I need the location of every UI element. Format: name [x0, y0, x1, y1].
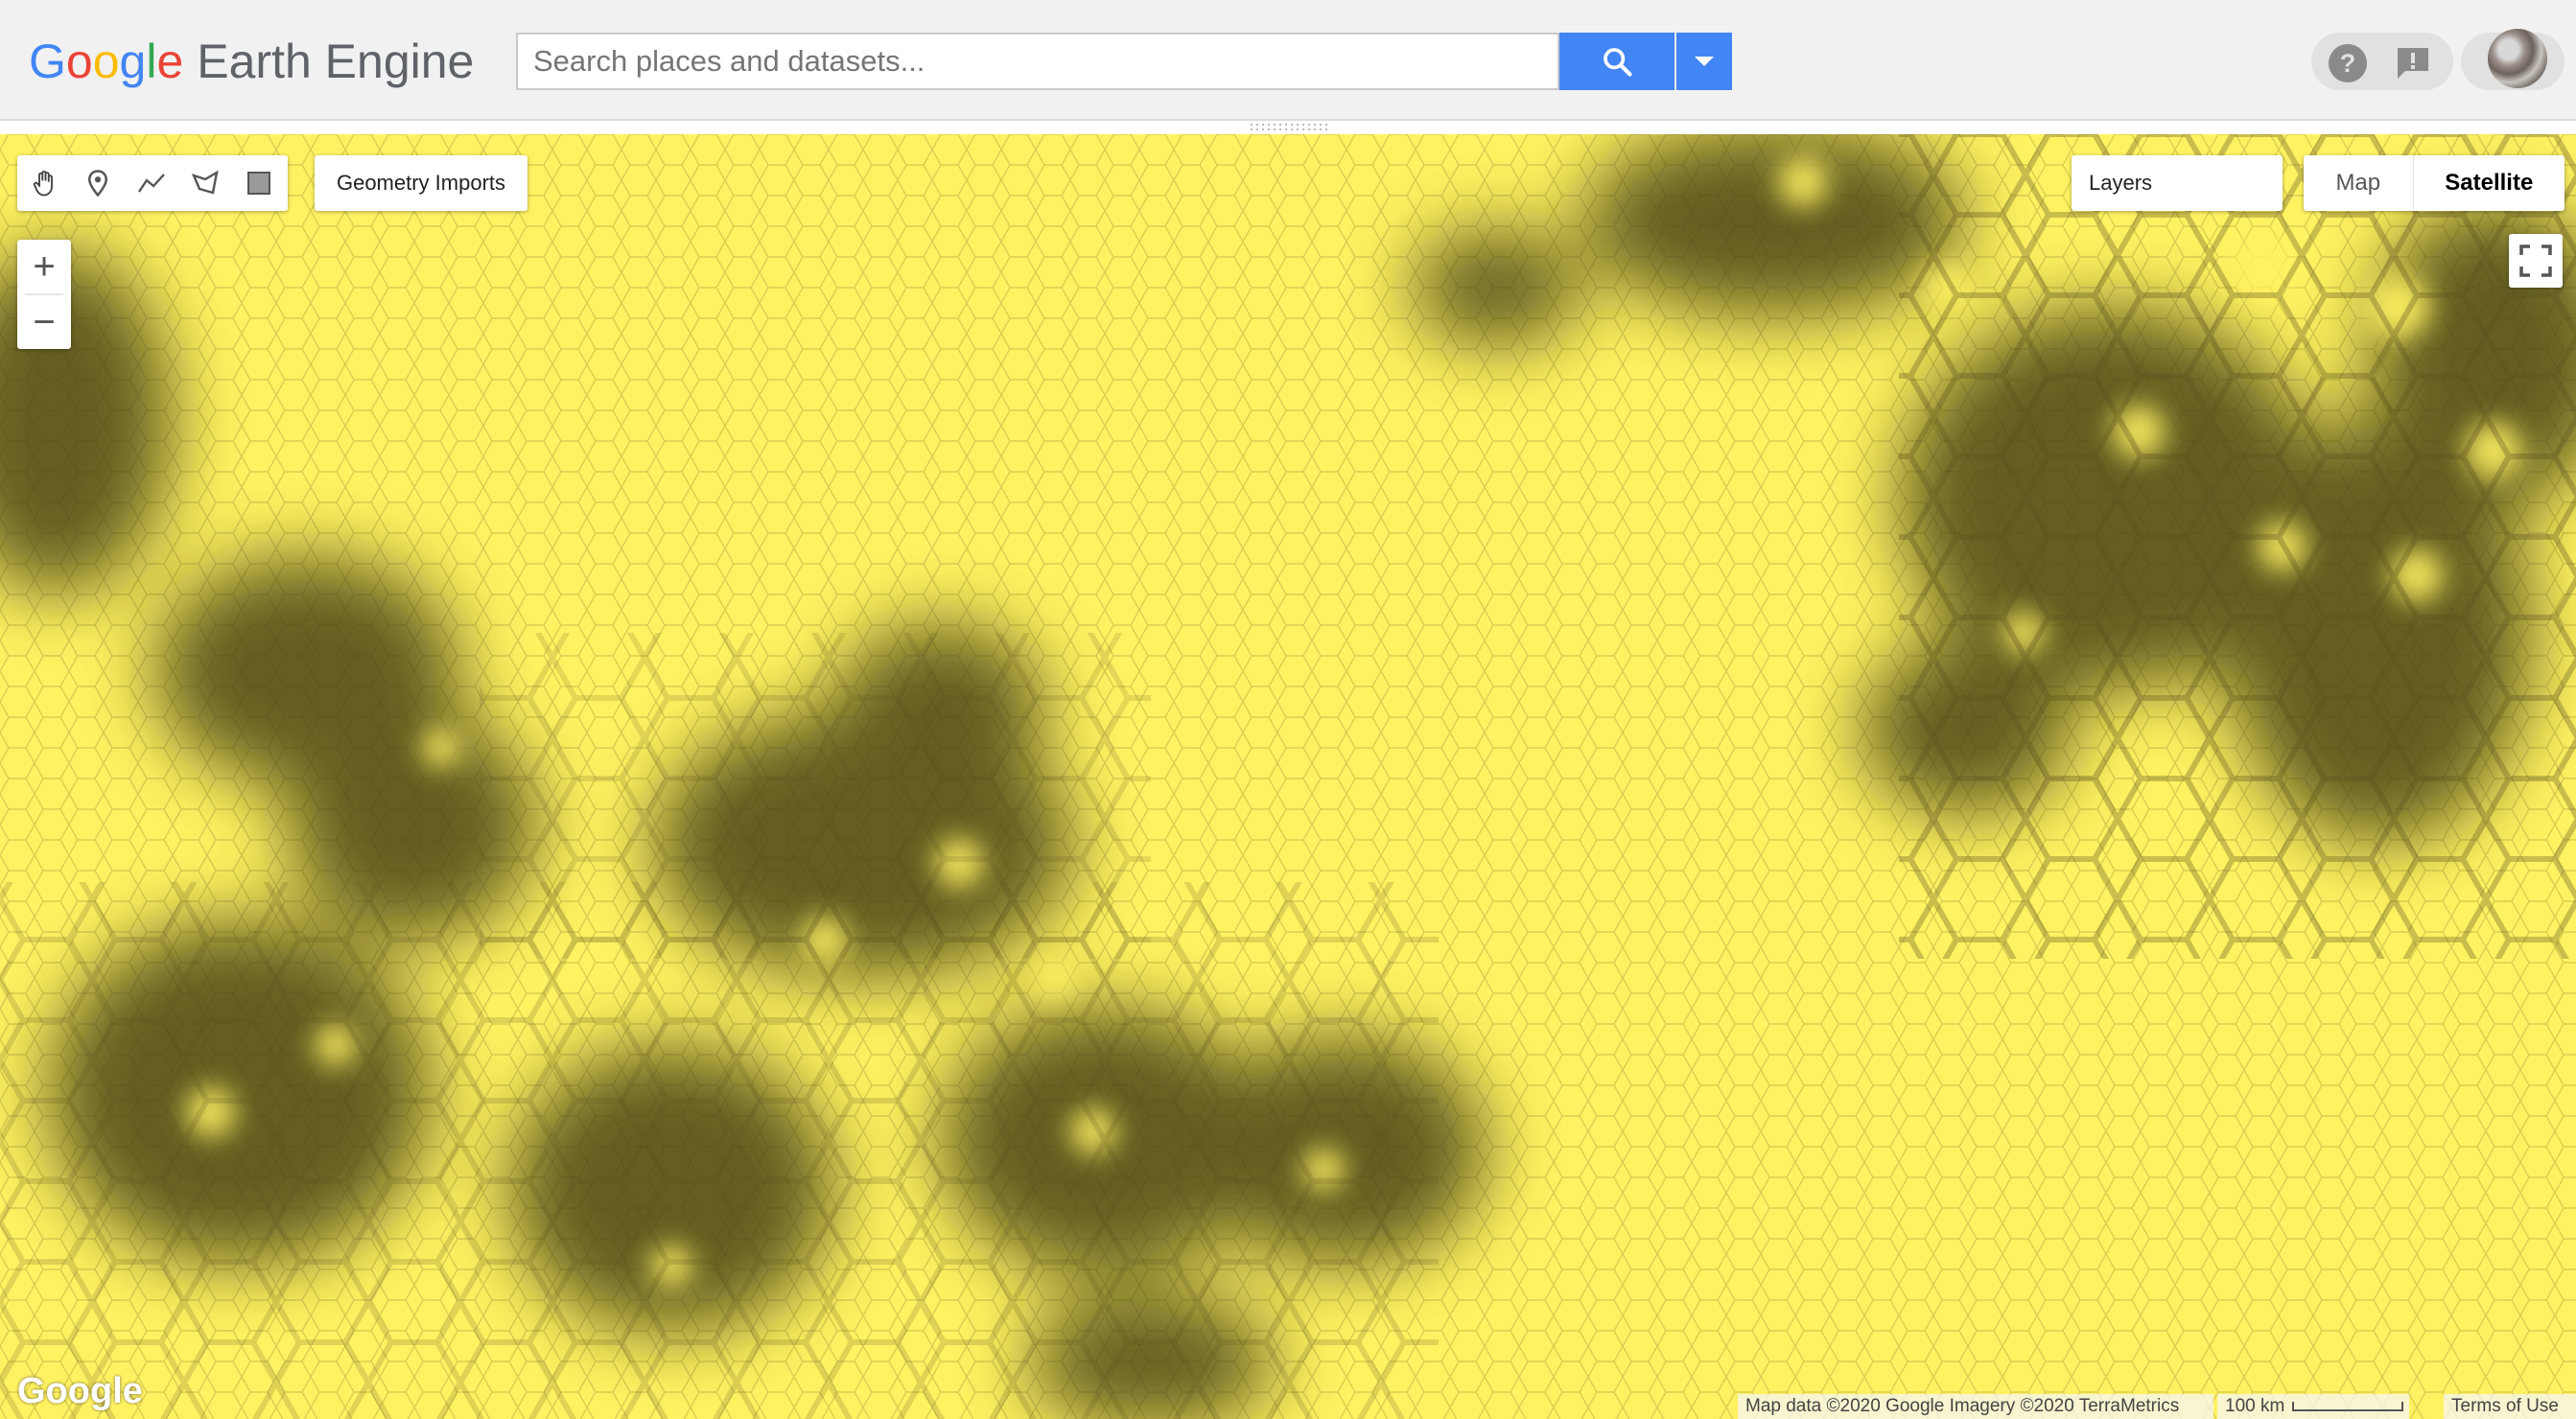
- map-type-map-button[interactable]: Map: [2304, 155, 2414, 211]
- search-icon: [1604, 48, 1632, 77]
- distance-layer-image: [0, 134, 2576, 1419]
- feedback-icon: [2398, 48, 2428, 79]
- zoom-out-button[interactable]: −: [17, 295, 71, 349]
- logo-letter: l: [146, 35, 157, 88]
- zoom-control: + −: [17, 240, 71, 349]
- logo-letter: o: [92, 35, 120, 88]
- google-watermark: Google: [17, 1371, 143, 1411]
- svg-text:?: ?: [2340, 49, 2356, 78]
- product-name: Earth Engine: [197, 35, 475, 88]
- earth-engine-logo[interactable]: Google Earth Engine: [29, 33, 474, 90]
- line-tool-icon: [138, 174, 165, 193]
- panel-resize-handle[interactable]: [1251, 123, 1329, 132]
- terms-of-use-link[interactable]: Terms of Use: [2444, 1394, 2576, 1419]
- fullscreen-icon: [2519, 244, 2552, 277]
- caret-down-icon: [1695, 57, 1714, 66]
- rectangle-tool-icon: [247, 172, 270, 195]
- scale-ruler: [2292, 1401, 2404, 1411]
- point-tool-button[interactable]: [71, 155, 125, 211]
- help-button[interactable]: ?: [2327, 42, 2369, 84]
- logo-letter: o: [65, 35, 93, 88]
- polygon-tool-button[interactable]: [178, 155, 232, 211]
- logo-letter: g: [119, 35, 147, 88]
- rectangle-tool-button[interactable]: [232, 155, 286, 211]
- layers-button[interactable]: Layers: [2072, 155, 2283, 211]
- line-tool-button[interactable]: [125, 155, 178, 211]
- search-button[interactable]: [1559, 33, 1674, 90]
- search-input[interactable]: [516, 33, 1559, 90]
- zoom-in-button[interactable]: +: [17, 240, 71, 293]
- help-icon: ?: [2329, 44, 2367, 82]
- hand-tool-icon: [34, 170, 53, 197]
- fullscreen-button[interactable]: [2509, 234, 2563, 288]
- map-type-toggle: Map Satellite: [2304, 155, 2564, 211]
- geometry-imports-button[interactable]: Geometry Imports: [315, 155, 527, 211]
- top-bar: GoogleEarth Engine ?: [0, 0, 2576, 121]
- logo-letter: e: [156, 35, 184, 88]
- map-canvas[interactable]: Geometry Imports + − Layers Map Satellit…: [0, 134, 2576, 1419]
- scale-label: 100 km: [2225, 1396, 2285, 1416]
- scale-bar[interactable]: 100 km: [2217, 1394, 2409, 1419]
- google-wordmark: Google: [29, 35, 183, 88]
- feedback-button[interactable]: [2392, 42, 2434, 84]
- map-type-satellite-button[interactable]: Satellite: [2414, 155, 2564, 211]
- avatar[interactable]: [2488, 29, 2547, 88]
- search-options-dropdown[interactable]: [1676, 33, 1732, 90]
- point-tool-icon: [87, 170, 108, 198]
- logo-letter: G: [29, 35, 66, 88]
- map-attribution: Map data ©2020 Google Imagery ©2020 Terr…: [1738, 1394, 2213, 1419]
- drawing-toolbar: [17, 155, 288, 211]
- polygon-tool-icon: [191, 170, 219, 195]
- hand-tool-button[interactable]: [17, 155, 71, 211]
